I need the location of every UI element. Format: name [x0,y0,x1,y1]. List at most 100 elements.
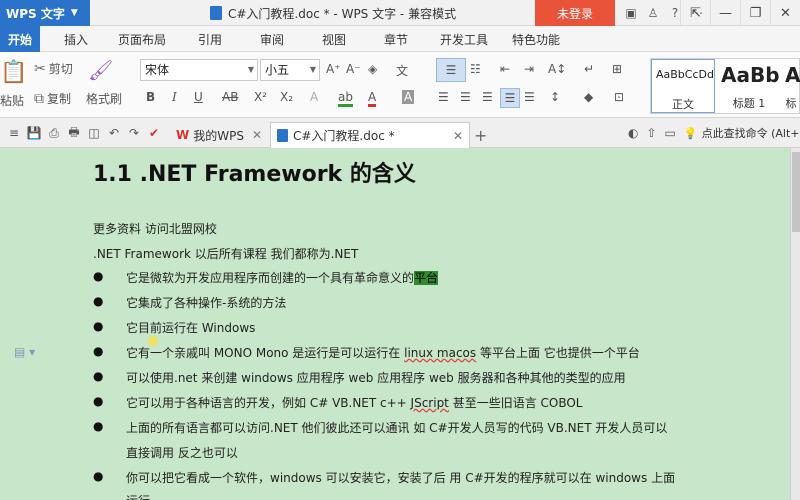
title-bar: WPS 文字 ▼ C#入门教程.doc * - WPS 文字 - 兼容模式 未登… [0,0,800,26]
numbered-list-button[interactable]: ☷ [470,62,481,76]
tab-features[interactable]: 特色功能 [512,26,560,52]
copy-button[interactable]: ⧉ 复制 [34,90,71,107]
preview-icon[interactable]: ◫ [84,126,104,140]
format-painter-button[interactable]: 格式刷 [86,90,122,107]
italic-button[interactable]: I [172,90,177,104]
grow-font-button[interactable]: A⁺ [326,62,341,76]
font-size-value: 小五 [265,63,290,77]
clipboard-icon: 📋 [0,60,28,85]
tab-references[interactable]: 引用 [198,26,222,52]
tab-developer[interactable]: 开发工具 [440,26,488,52]
font-family-select[interactable]: 宋体 ▼ [140,59,258,81]
align-center-icon[interactable]: ☰ [460,90,471,104]
document-icon [210,6,222,20]
shrink-font-button[interactable]: A⁻ [346,62,361,76]
tab-chapter[interactable]: 章节 [384,26,408,52]
document-page[interactable]: 1.1 .NET Framework 的含义 更多资料 访问北盟网校 .NET … [0,148,790,500]
bullet-marker: ● [93,294,104,308]
phonetic-icon[interactable]: 文 [396,62,408,79]
justify-icon[interactable]: ☰ [500,88,520,108]
table-icon[interactable]: ⊞ [612,62,622,76]
tab-page-layout[interactable]: 页面布局 [118,26,166,52]
vertical-scrollbar[interactable] [790,148,800,500]
tab-view[interactable]: 视图 [322,26,346,52]
text-direction-icon[interactable]: A↕ [548,62,566,76]
underline-button[interactable]: U [194,90,203,104]
scrollbar-thumb[interactable] [792,152,800,232]
document-icon [277,129,288,142]
list-item: 上面的所有语言都可以访问.NET 他们彼此还可以通讯 如 C#开发人员写的代码 … [126,421,668,435]
tab-review[interactable]: 审阅 [260,26,284,52]
paste-button[interactable]: 📋 [0,60,30,85]
menu-bar: 开始 插入 页面布局 引用 审阅 视图 章节 开发工具 特色功能 [0,26,800,52]
lightbulb-icon: 💡 [683,126,698,140]
close-icon[interactable]: ✕ [453,129,463,143]
app-menu-button[interactable]: WPS 文字 ▼ [0,0,90,26]
paragraph-mark-icon[interactable]: ↵ [584,62,594,76]
distributed-icon[interactable]: ☰ [524,90,535,104]
collapse-icon[interactable]: ⇱ [680,0,710,26]
cut-button[interactable]: ✂ 剪切 [34,60,73,77]
strikethrough-button[interactable]: AB [222,90,238,104]
align-left-icon[interactable]: ☰ [438,90,449,104]
align-right-icon[interactable]: ☰ [482,90,493,104]
copy-label: 复制 [47,92,72,106]
font-size-select[interactable]: 小五 ▼ [260,59,320,81]
close-icon[interactable]: ✕ [770,0,800,26]
list-item-text: 它可以用于各种语言的开发，例如 C# VB.NET c++ [126,396,411,410]
char-shading-icon[interactable]: A [402,90,415,104]
document-tab-bar: ≡ 💾 ⎙ 🖶 ◫ ↶ ↷ ✔ W 我的WPS ✕ C#入门教程.doc * ✕… [0,118,800,148]
line-spacing-icon[interactable]: ↕ [550,90,560,104]
list-item-text: 它是微软为开发应用程序而创建的一个具有革命意义的 [126,271,415,285]
list-item-continuation: 直接调用 反之也可以 [126,446,238,460]
tab-document[interactable]: C#入门教程.doc * ✕ [270,122,470,148]
tab-insert[interactable]: 插入 [64,26,88,52]
bullet-list-button[interactable]: ☰ [436,58,466,82]
new-tab-button[interactable]: + [474,122,487,148]
superscript-button[interactable]: X² [254,90,267,104]
bullet-marker: ● [93,419,104,433]
subscript-button[interactable]: X₂ [280,90,293,104]
login-button[interactable]: 未登录 [535,0,615,26]
shirt-icon[interactable]: ♙ [642,0,664,26]
section-heading: 1.1 .NET Framework 的含义 [93,162,416,187]
indent-icon[interactable]: ⇥ [524,62,534,76]
style-heading-1[interactable]: AaBb 标题 1 [717,59,781,113]
minimize-icon[interactable]: — [710,0,740,26]
comment-icon[interactable]: ▭ [665,126,676,140]
shading-icon[interactable]: ◆ [584,90,593,104]
list-item: 它有一个亲戚叫 MONO Mono 是运行是可以运行在 linux macos … [126,344,640,361]
tab-my-wps[interactable]: W 我的WPS ✕ [170,122,268,148]
menu-icon[interactable]: ≡ [4,126,24,140]
restore-icon[interactable]: ❐ [740,0,770,26]
customize-toolbar-icon[interactable]: ✔ [144,126,164,140]
highlight-color-button[interactable]: ab [338,90,353,107]
skin-icon[interactable]: ▣ [620,0,642,26]
format-painter-icon[interactable]: 🖌 [88,58,116,82]
bullet-marker: ● [93,469,104,483]
bullet-marker: ● [93,369,104,383]
print-icon[interactable]: 🖶 [64,123,84,144]
paragraph-layout-icon[interactable]: ▤ ▾ [14,345,35,359]
style-name: 正文 [672,98,694,111]
redo-icon[interactable]: ↷ [124,126,144,140]
style-preview: AaBbCcDd [656,68,714,81]
command-search[interactable]: 💡 点此查找命令 (Alt+ [684,125,800,141]
spellcheck-text: JScript [410,396,449,410]
text-effect-icon[interactable]: A [310,90,318,104]
document-area[interactable]: 1.1 .NET Framework 的含义 更多资料 访问北盟网校 .NET … [0,148,800,500]
style-heading-2[interactable]: Aa 标 [781,59,800,113]
export-pdf-icon[interactable]: ⎙ [44,126,64,141]
undo-icon[interactable]: ↶ [104,126,124,140]
save-icon[interactable]: 💾 [24,126,44,140]
outdent-icon[interactable]: ⇤ [500,62,510,76]
border-icon[interactable]: ⊡ [614,90,624,104]
clear-format-icon[interactable]: ◈ [368,62,377,76]
bold-button[interactable]: B [146,90,155,104]
tab-home[interactable]: 开始 [0,26,41,52]
style-normal[interactable]: AaBbCcDd 正文 [651,59,715,113]
font-color-button[interactable]: A [368,90,377,107]
doc-assistant-icon[interactable]: ◐ [628,126,638,140]
share-icon[interactable]: ⇧ [646,126,656,140]
close-icon[interactable]: ✕ [252,128,262,142]
